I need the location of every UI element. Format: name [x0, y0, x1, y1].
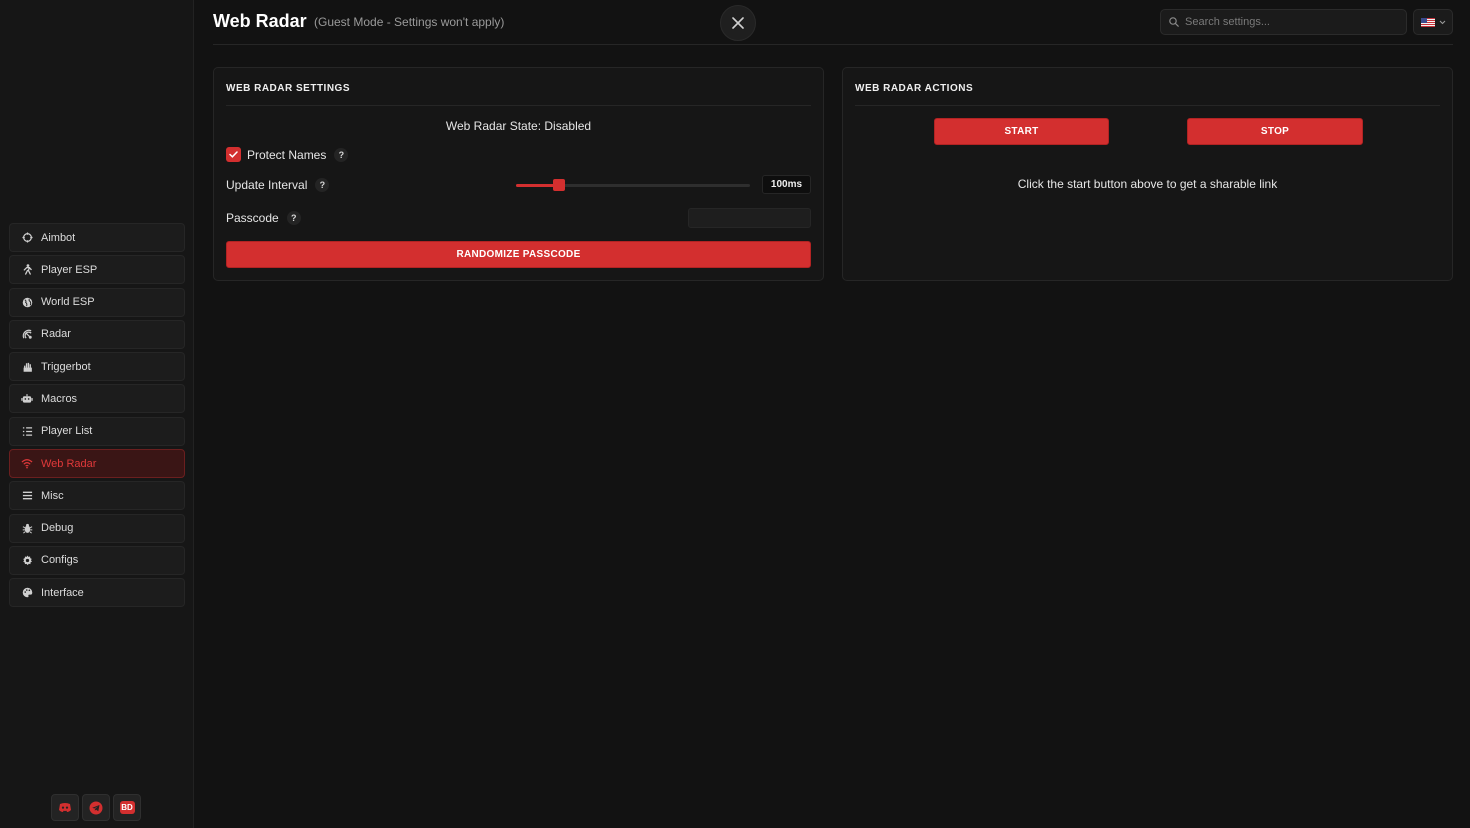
sidebar-item-debug[interactable]: Debug — [9, 513, 185, 543]
close-icon — [732, 17, 744, 29]
protect-names-label: Protect Names — [247, 147, 327, 162]
search-icon — [1169, 17, 1179, 27]
page-title: Web Radar — [213, 11, 307, 31]
bd-label: BD — [119, 801, 135, 814]
web-radar-state: Web Radar State: Disabled — [445, 119, 592, 133]
sidebar-item-label: World ESP — [41, 296, 95, 309]
help-icon[interactable]: ? — [286, 211, 301, 225]
start-button[interactable]: START — [934, 118, 1109, 145]
list-icon — [21, 425, 33, 437]
sidebar-item-world-esp[interactable]: World ESP — [9, 287, 185, 317]
sidebar-item-label: Debug — [41, 522, 74, 535]
globe-icon — [21, 296, 33, 308]
header-divider — [213, 44, 1453, 45]
sidebar-item-interface[interactable]: Interface — [9, 578, 185, 608]
panel-title: WEB RADAR SETTINGS — [226, 83, 350, 94]
sidebar-item-player-list[interactable]: Player List — [9, 416, 185, 446]
sidebar-item-label: Interface — [41, 586, 84, 599]
sidebar-item-misc[interactable]: Misc — [9, 481, 185, 511]
discord-button[interactable] — [51, 794, 79, 821]
panel-title: WEB RADAR ACTIONS — [855, 83, 974, 94]
sidebar-item-label: Misc — [41, 489, 64, 502]
sidebar-item-web-radar[interactable]: Web Radar — [9, 449, 185, 479]
social-links: BD — [51, 794, 141, 821]
person-icon — [21, 264, 33, 276]
search-box — [1160, 9, 1407, 35]
update-interval-value: 100ms — [762, 175, 811, 194]
panel-divider — [855, 105, 1440, 106]
update-interval-label: Update Interval — [226, 178, 308, 192]
sidebar-item-label: Macros — [41, 392, 78, 405]
close-button[interactable] — [720, 5, 756, 41]
robot-icon — [21, 393, 33, 405]
sidebar-item-aimbot[interactable]: Aimbot — [9, 223, 185, 252]
protect-names-row: Protect Names ? — [226, 147, 349, 162]
menu-icon — [21, 490, 33, 502]
crosshair-icon — [21, 232, 33, 244]
sidebar: Aimbot Player ESP World ESP Radar Triggerbot… — [0, 0, 194, 828]
sidebar-item-label: Player ESP — [41, 263, 98, 276]
hand-icon — [21, 361, 33, 373]
protect-names-checkbox[interactable] — [226, 147, 241, 162]
update-interval-slider[interactable] — [516, 179, 750, 191]
sidebar-item-label: Triggerbot — [41, 360, 91, 373]
sidebar-item-label: Player List — [41, 425, 93, 438]
randomize-passcode-button[interactable]: RANDOMIZE PASSCODE — [226, 241, 811, 268]
telegram-button[interactable] — [82, 794, 110, 821]
gear-icon — [21, 554, 33, 566]
language-selector[interactable] — [1413, 9, 1453, 35]
chevron-down-icon — [1439, 20, 1445, 24]
sidebar-item-radar[interactable]: Radar — [9, 319, 185, 349]
bug-icon — [21, 522, 33, 534]
passcode-row: Passcode ? — [226, 211, 301, 225]
sidebar-nav: Aimbot Player ESP World ESP Radar Triggerbot… — [9, 223, 185, 611]
sidebar-item-macros[interactable]: Macros — [9, 384, 185, 414]
palette-icon — [21, 587, 33, 599]
update-interval-row: Update Interval ? — [226, 178, 330, 192]
sidebar-item-label: Aimbot — [41, 231, 76, 244]
radar-icon — [21, 328, 33, 340]
telegram-icon — [89, 801, 103, 814]
wifi-icon — [21, 458, 33, 470]
us-flag-icon — [1420, 17, 1435, 27]
help-icon[interactable]: ? — [334, 147, 349, 162]
page-subtitle: (Guest Mode - Settings won't apply) — [314, 15, 505, 29]
stop-button[interactable]: STOP — [1187, 118, 1363, 145]
sidebar-item-label: Radar — [41, 328, 71, 341]
passcode-input[interactable] — [688, 208, 811, 228]
sidebar-item-label: Configs — [41, 554, 79, 567]
discord-icon — [59, 803, 71, 812]
sidebar-item-label: Web Radar — [41, 457, 97, 470]
help-icon[interactable]: ? — [315, 178, 330, 192]
checkmark-icon — [229, 151, 238, 158]
web-radar-settings-panel: WEB RADAR SETTINGS Web Radar State: Disa… — [213, 67, 824, 281]
sidebar-item-player-esp[interactable]: Player ESP — [9, 255, 185, 285]
web-radar-actions-panel: WEB RADAR ACTIONS START STOP Click the s… — [842, 67, 1453, 281]
sidebar-item-triggerbot[interactable]: Triggerbot — [9, 352, 185, 382]
slider-thumb[interactable] — [553, 179, 566, 191]
sidebar-item-configs[interactable]: Configs — [9, 545, 185, 575]
bd-button[interactable]: BD — [113, 794, 141, 821]
actions-hint: Click the start button above to get a sh… — [1017, 177, 1278, 191]
search-input[interactable] — [1185, 16, 1385, 28]
panel-divider — [226, 105, 811, 106]
passcode-label: Passcode — [226, 211, 279, 225]
